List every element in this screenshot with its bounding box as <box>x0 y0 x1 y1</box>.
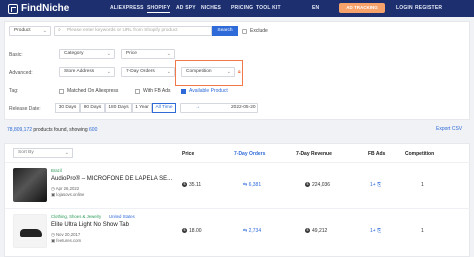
search-scope-select[interactable]: Product ⌄ <box>9 26 51 36</box>
nav-pricing[interactable]: PRICING <box>231 5 253 11</box>
search-icon: ⌕ <box>58 28 61 33</box>
currency-icon: $ <box>305 228 310 234</box>
search-button[interactable]: Search <box>212 26 238 36</box>
logo-icon <box>8 3 18 14</box>
product-store[interactable]: ▣ lojasovs.online <box>51 192 84 198</box>
sock-image <box>20 229 42 237</box>
date-range-picker[interactable]: → 2022-05-20 <box>180 103 258 113</box>
export-csv-button[interactable]: Export CSV <box>436 126 462 132</box>
col-fb-ads[interactable]: FB Ads <box>368 151 385 157</box>
price-select[interactable]: Price ⌄ <box>121 49 175 59</box>
register-link[interactable]: REGISTER <box>415 5 442 11</box>
results-text: products found, showing <box>33 127 88 133</box>
search-input[interactable]: ⌕ Please enter keywords or URL from Shop… <box>54 26 212 36</box>
advanced-label: Advanced: <box>9 70 33 76</box>
range-90-days[interactable]: 90 Days <box>80 103 105 113</box>
product-tag: Clothing, Shoes & Jewelry <box>51 214 102 219</box>
checkbox-icon <box>59 88 64 94</box>
table-row[interactable]: Clothing, Shoes & Jewelry United States … <box>5 208 471 254</box>
product-tag: United States <box>109 214 135 219</box>
release-date-label: Release Date: <box>9 106 41 112</box>
product-fb-ads[interactable]: 1+ ⎘ <box>370 182 381 188</box>
sort-by-select[interactable]: Sort By ⌄ <box>13 148 73 158</box>
date-to[interactable]: 2022-05-20 <box>231 104 256 112</box>
product-title[interactable]: AudioPro® – MICROFONE DE LAPELA SE... <box>51 176 172 182</box>
arrow-right-icon: → <box>195 105 200 110</box>
brand-logo[interactable]: FindNiche <box>8 3 69 14</box>
currency-icon: $ <box>182 228 187 234</box>
product-title[interactable]: Elite Ultra Light No Show Tab <box>51 222 129 228</box>
product-revenue: $49,212 <box>305 228 328 234</box>
product-fb-ads[interactable]: 1+ ⎘ <box>370 228 381 234</box>
product-price: $35.11 <box>182 182 202 188</box>
tag-label: Tag: <box>9 88 19 94</box>
nav-ad-spy[interactable]: AD SPY <box>176 5 196 11</box>
exclude-icon <box>242 28 247 34</box>
col-7-day-orders[interactable]: 7-Day Orders <box>234 151 265 157</box>
col-7-day-revenue[interactable]: 7-Day Revenue <box>296 151 332 157</box>
chevron-down-icon: ⌄ <box>166 69 171 75</box>
top-navbar: FindNiche ALIEXPRESS SHOPIFY AD SPY NICH… <box>0 0 474 17</box>
chevron-down-icon: ⌄ <box>106 69 111 75</box>
tag-with-fb-ads[interactable]: With FB Ads <box>135 88 171 94</box>
product-thumbnail[interactable] <box>13 168 47 202</box>
table-row[interactable]: Brazil AudioPro® – MICROFONE DE LAPELA S… <box>5 162 471 208</box>
results-summary: 78,809,172 products found, showing 600 <box>7 127 97 133</box>
results-shown: 600 <box>89 127 98 133</box>
currency-icon: $ <box>305 182 310 188</box>
product-competition: 1 <box>421 182 424 188</box>
exclude-toggle[interactable]: Exclude <box>242 28 268 34</box>
ad-tracking-button[interactable]: AD TRACKING <box>339 3 385 13</box>
product-revenue: $224,036 <box>305 182 331 188</box>
category-select[interactable]: Category ⌄ <box>59 49 115 59</box>
nav-aliexpress[interactable]: ALIEXPRESS <box>110 5 144 11</box>
product-orders[interactable]: ⇆ 6,381 <box>243 182 261 188</box>
product-tag: Brazil <box>51 168 62 173</box>
brand-name: FindNiche <box>21 3 70 14</box>
range-all-time[interactable]: All Time <box>152 103 176 113</box>
seven-day-orders-select[interactable]: 7-Day Orders ⌄ <box>121 67 175 77</box>
competition-highlight-box <box>175 60 243 86</box>
chevron-down-icon: ⌄ <box>166 51 171 57</box>
tag-available-product[interactable]: Available Product <box>181 88 228 94</box>
tag-matched-aliexpress[interactable]: Matched On Aliexpress <box>59 88 118 94</box>
store-address-select[interactable]: Store Address ⌄ <box>59 67 115 77</box>
product-price: $18.00 <box>182 228 202 234</box>
login-link[interactable]: LOGIN <box>396 5 413 11</box>
chevron-down-icon: ⌄ <box>42 28 47 34</box>
currency-icon: $ <box>182 182 187 188</box>
results-count: 78,809,172 <box>7 127 33 133</box>
basic-label: Basic: <box>9 52 23 58</box>
range-30-days[interactable]: 30 Days <box>55 103 80 113</box>
nav-shopify[interactable]: SHOPIFY <box>147 5 171 13</box>
range-180-days[interactable]: 180 Days <box>105 103 132 113</box>
checkbox-checked-icon <box>181 88 186 94</box>
chevron-down-icon: ⌄ <box>64 150 69 156</box>
language-selector[interactable]: EN <box>312 5 319 11</box>
product-orders[interactable]: ⇆ 2,734 <box>243 228 261 234</box>
nav-niches[interactable]: NICHES <box>201 5 221 11</box>
checkbox-icon <box>135 88 140 94</box>
col-price[interactable]: Price <box>182 151 194 157</box>
col-competition[interactable]: Competition <box>405 151 434 157</box>
nav-tool-kit[interactable]: TOOL KIT <box>256 5 281 11</box>
range-1-year[interactable]: 1 Year <box>132 103 152 113</box>
product-thumbnail[interactable] <box>13 214 47 248</box>
product-store[interactable]: ▣ feetures.com <box>51 238 81 244</box>
chevron-down-icon: ⌄ <box>106 51 111 57</box>
product-competition: 1 <box>421 228 424 234</box>
product-table: Sort By ⌄ Price 7-Day Orders 7-Day Revenu… <box>4 143 471 257</box>
